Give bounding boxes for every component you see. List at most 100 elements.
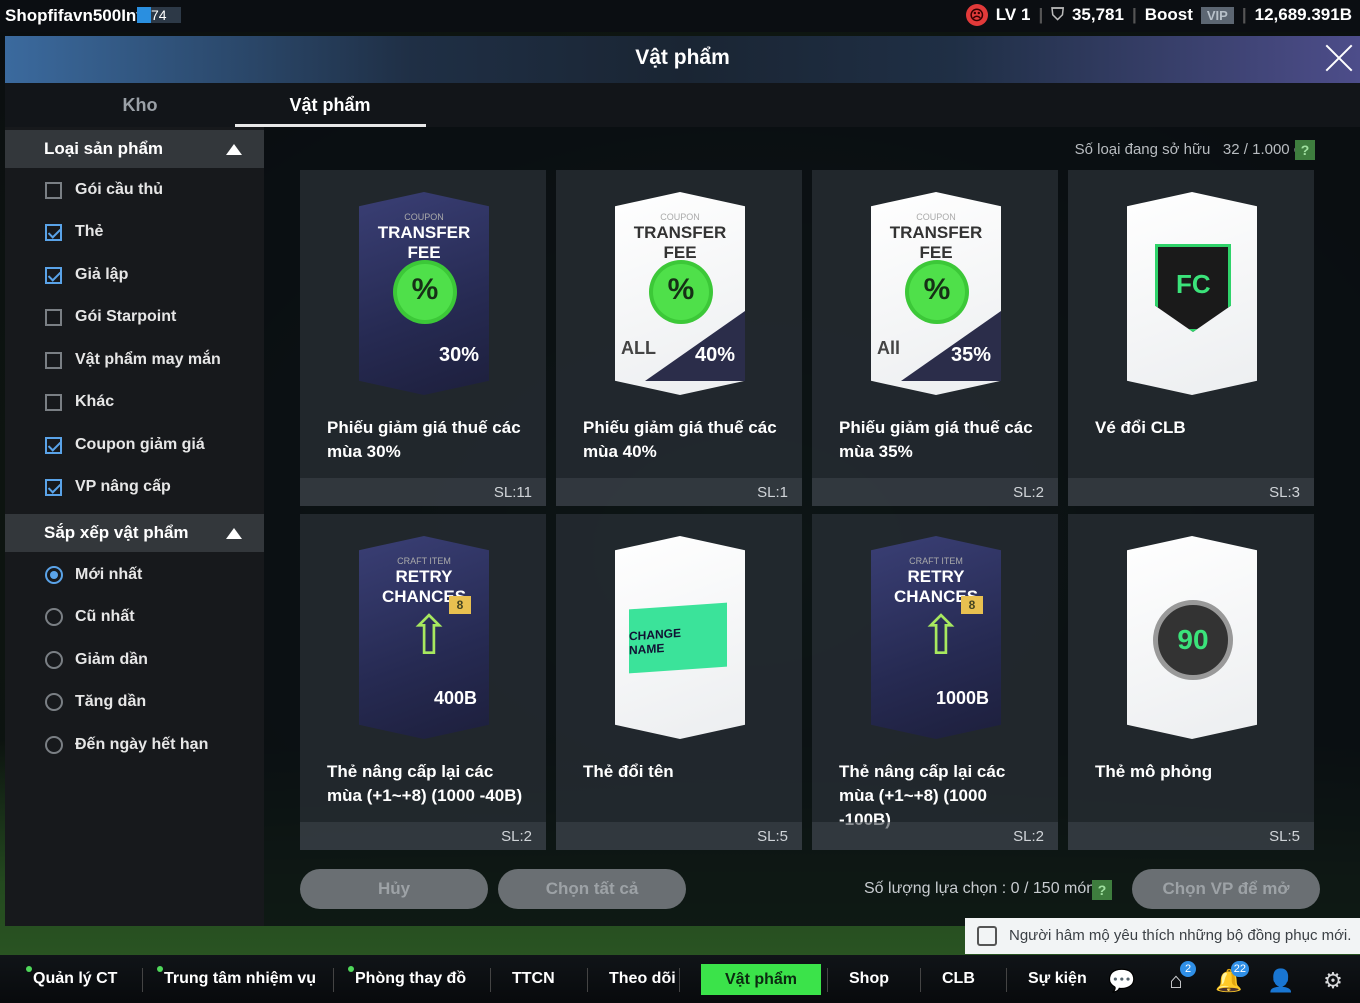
sort-option[interactable]: Cũ nhất bbox=[45, 602, 135, 632]
new-dot bbox=[157, 966, 163, 972]
chat-icon[interactable]: 💬 bbox=[1108, 968, 1136, 994]
item-card[interactable]: COUPON TRANSFER FEE% 35% All Phiếu giảm giá … bbox=[812, 170, 1058, 506]
nav-label: Shop bbox=[849, 970, 889, 987]
nav-label: Sự kiện bbox=[1028, 970, 1087, 987]
nav-item[interactable]: Quản lý CT bbox=[26, 966, 117, 988]
sort-option[interactable]: Đến ngày hết hạn bbox=[45, 730, 208, 760]
sort-option-label: Cũ nhất bbox=[75, 608, 135, 625]
nav-item[interactable]: Theo dõi bbox=[609, 970, 676, 988]
item-image: CRAFT ITEM RETRY CHANCES ⇧ 8 400B bbox=[359, 536, 489, 739]
select-all-button[interactable]: Chọn tất cả bbox=[498, 869, 686, 909]
nav-divider bbox=[490, 968, 491, 992]
item-card[interactable]: COUPON TRANSFER FEE% 30% Phiếu giảm giá thu… bbox=[300, 170, 546, 506]
filter-option[interactable]: VP nâng cấp bbox=[45, 472, 171, 502]
art-title: TRANSFER FEE bbox=[633, 223, 727, 262]
item-card[interactable]: Vé đổi CLB SL:3 bbox=[1068, 170, 1314, 506]
radio[interactable] bbox=[45, 736, 63, 754]
item-card[interactable]: CRAFT ITEM RETRY CHANCES ⇧ 8 400B Thẻ nâng cấ… bbox=[300, 514, 546, 850]
filter-option[interactable]: Khác bbox=[45, 387, 114, 417]
nav-item[interactable]: TTCN bbox=[512, 970, 555, 988]
radio[interactable] bbox=[45, 608, 63, 626]
status-area: ☹ LV 1 | ⛉ 35,781 | Boost VIP | 12,689.3… bbox=[965, 4, 1352, 26]
sort-option[interactable]: Giảm dần bbox=[45, 645, 148, 675]
boost-label[interactable]: Boost bbox=[1145, 5, 1193, 25]
gear-icon[interactable]: ⚙ bbox=[1319, 968, 1347, 994]
person-icon[interactable]: 👤 bbox=[1267, 968, 1295, 994]
item-image bbox=[1127, 192, 1257, 395]
checkbox[interactable] bbox=[45, 223, 62, 241]
nav-item[interactable]: Vật phẩm bbox=[701, 964, 822, 995]
help-icon[interactable]: ? bbox=[1295, 140, 1315, 160]
checkbox[interactable] bbox=[45, 436, 62, 454]
filter-option-label: Thẻ bbox=[75, 223, 104, 240]
nav-divider bbox=[679, 968, 680, 992]
art-value: 90 bbox=[1177, 624, 1209, 655]
percent-coupon-icon: % bbox=[397, 264, 453, 320]
filter-option[interactable]: Giả lập bbox=[45, 260, 128, 290]
top-bar: Shopfifavn500Int 74 ☹ LV 1 | ⛉ 35,781 | … bbox=[0, 0, 1360, 32]
help-icon[interactable]: ? bbox=[1092, 880, 1112, 900]
tab-items[interactable]: Vật phẩm bbox=[235, 95, 425, 116]
item-image: COUPON TRANSFER FEE% 40% ALL bbox=[615, 192, 745, 395]
points-value: 35,781 bbox=[1071, 5, 1124, 24]
item-image: COUPON TRANSFER FEE% 35% All bbox=[871, 192, 1001, 395]
open-selected-button[interactable]: Chọn VP để mở bbox=[1132, 869, 1320, 909]
radio[interactable] bbox=[45, 693, 63, 711]
checkbox[interactable] bbox=[45, 393, 62, 411]
art-top-label: CRAFT ITEM bbox=[909, 556, 963, 566]
nav-item[interactable]: Trung tâm nhiệm vụ bbox=[157, 966, 316, 988]
collapse-icon[interactable] bbox=[226, 528, 242, 539]
art-top-label: COUPON bbox=[916, 212, 956, 222]
checkbox[interactable] bbox=[45, 478, 62, 496]
sort-header[interactable]: Sắp xếp vật phẩm bbox=[5, 514, 264, 552]
bell-icon[interactable]: 🔔 22 bbox=[1215, 961, 1249, 994]
checkbox[interactable] bbox=[45, 308, 62, 326]
item-name: Phiếu giảm giá thuế các mùa 35% bbox=[839, 418, 1033, 461]
sort-option[interactable]: Mới nhất bbox=[45, 560, 142, 590]
radio[interactable] bbox=[45, 651, 63, 669]
nav-item[interactable]: Shop bbox=[849, 970, 889, 988]
filter-option[interactable]: Gói Starpoint bbox=[45, 302, 176, 332]
sort-option[interactable]: Tăng dần bbox=[45, 687, 146, 717]
nav-divider bbox=[920, 968, 921, 992]
nav-label: Phòng thay đồ bbox=[355, 970, 467, 987]
retry-arrow-icon: ⇧ bbox=[406, 606, 452, 666]
item-card[interactable]: CRAFT ITEM RETRY CHANCES ⇧ 8 1000B Thẻ nâng c… bbox=[812, 514, 1058, 850]
item-quantity: SL:5 bbox=[1269, 828, 1300, 845]
bottom-nav: Quản lý CT Trung tâm nhiệm vụ Phòng thay đ… bbox=[0, 955, 1360, 1003]
art-value: 400B bbox=[433, 688, 477, 708]
checkbox[interactable] bbox=[45, 351, 62, 369]
checkbox[interactable] bbox=[45, 266, 62, 284]
mood-icon: ☹ bbox=[965, 4, 988, 26]
filter-header[interactable]: Loại sản phẩm bbox=[5, 130, 264, 168]
vip-badge[interactable]: VIP bbox=[1200, 6, 1234, 24]
item-image: CHANGE NAME bbox=[615, 536, 745, 739]
checkbox[interactable] bbox=[45, 181, 62, 199]
item-name: Phiếu giảm giá thuế các mùa 30% bbox=[327, 418, 521, 461]
level-text: LV 1 bbox=[995, 5, 1031, 24]
nav-label: CLB bbox=[942, 970, 975, 987]
item-card[interactable]: COUPON TRANSFER FEE% 40% ALL Phiếu giảm giá … bbox=[556, 170, 802, 506]
filter-option[interactable]: Thẻ bbox=[45, 217, 103, 247]
filter-option[interactable]: Gói cầu thủ bbox=[45, 175, 163, 205]
sidebar: Loại sản phẩm Gói cầu thủ Thẻ Giả lập Gói S… bbox=[5, 127, 264, 926]
cancel-button[interactable]: Hủy bbox=[300, 869, 488, 909]
quantity-bar: SL:2 bbox=[300, 822, 546, 850]
username: Shopfifavn500Int bbox=[5, 6, 142, 25]
collapse-icon[interactable] bbox=[226, 144, 242, 155]
home-icon[interactable]: ⌂ 2 bbox=[1162, 961, 1196, 994]
filter-option-label: Gói Starpoint bbox=[75, 308, 177, 325]
item-card[interactable]: 90 Thẻ mô phỏng SL:5 bbox=[1068, 514, 1314, 850]
notification-badge: 2 bbox=[1180, 961, 1196, 977]
filter-option[interactable]: Coupon giảm giá bbox=[45, 430, 205, 460]
item-card[interactable]: CHANGE NAME Thẻ đổi tên SL:5 bbox=[556, 514, 802, 850]
nav-item[interactable]: Phòng thay đồ bbox=[348, 966, 467, 988]
level-chip: 8 bbox=[961, 596, 983, 614]
nav-item[interactable]: Sự kiện bbox=[1028, 970, 1087, 988]
filter-option[interactable]: Vật phẩm may mắn bbox=[45, 345, 221, 375]
close-icon[interactable] bbox=[1323, 42, 1355, 74]
tab-storage[interactable]: Kho bbox=[45, 95, 235, 116]
radio[interactable] bbox=[45, 566, 63, 584]
item-quantity: SL:5 bbox=[757, 828, 788, 845]
nav-item[interactable]: CLB bbox=[942, 970, 975, 988]
